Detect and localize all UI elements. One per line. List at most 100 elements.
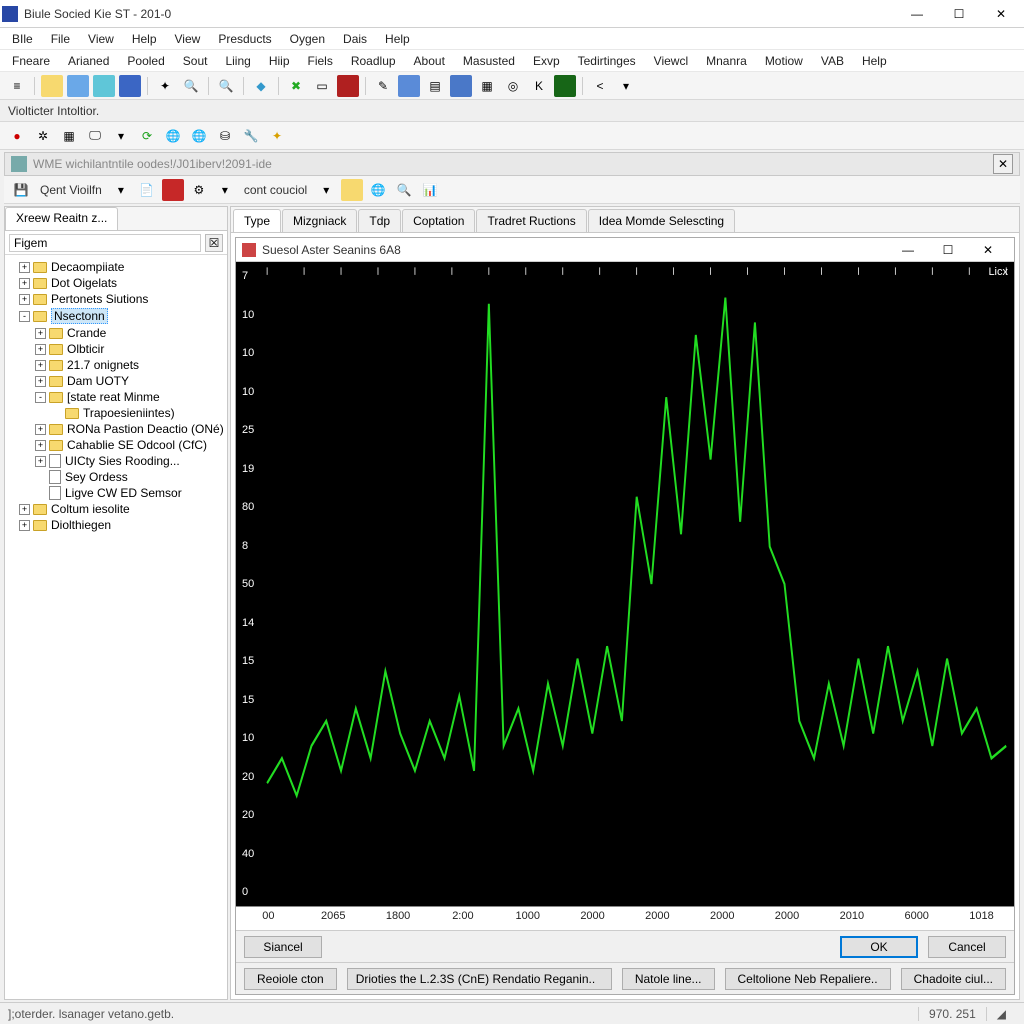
tb-zoom-icon[interactable]: 🔍 <box>180 75 202 97</box>
tb-table-icon[interactable]: ▦ <box>476 75 498 97</box>
menu2-tedirtinges[interactable]: Tedirtinges <box>570 52 644 70</box>
tb-grid-icon[interactable]: ▤ <box>424 75 446 97</box>
menu-help2[interactable]: Help <box>377 30 418 48</box>
tree-expander-icon[interactable]: + <box>19 278 30 289</box>
ok-button[interactable]: OK <box>840 936 918 958</box>
menu-view[interactable]: View <box>80 30 122 48</box>
menu2-pooled[interactable]: Pooled <box>119 52 172 70</box>
menu2-fiels[interactable]: Fiels <box>300 52 341 70</box>
menu-file[interactable]: File <box>43 30 78 48</box>
tab-idea[interactable]: Idea Momde Selescting <box>588 209 735 232</box>
tb-grid2-icon[interactable] <box>450 75 472 97</box>
tree-filter-input[interactable] <box>9 234 201 252</box>
tree-node[interactable]: -Nsectonn <box>7 307 225 325</box>
tb-wand-icon[interactable]: ✦ <box>154 75 176 97</box>
tree-expander-icon[interactable]: + <box>35 328 46 339</box>
tree-node[interactable]: +Crande <box>7 325 225 341</box>
st-dd1-icon[interactable]: ▾ <box>110 179 132 201</box>
tab-coptation[interactable]: Coptation <box>402 209 475 232</box>
st-globe-icon[interactable]: 🌐 <box>367 179 389 201</box>
chadoite-button[interactable]: Chadoite ciul... <box>901 968 1006 990</box>
st-folder-icon[interactable] <box>341 179 363 201</box>
tree-node[interactable]: +Dot Oigelats <box>7 275 225 291</box>
st-doc-icon[interactable]: 📄 <box>136 179 158 201</box>
tree-expander-icon[interactable]: - <box>19 311 30 322</box>
tree-node[interactable]: Sey Ordess <box>7 469 225 485</box>
menu-dais[interactable]: Dais <box>335 30 375 48</box>
tb2-grid-icon[interactable]: ▦ <box>58 125 80 147</box>
tb-box-red-icon[interactable] <box>337 75 359 97</box>
tree-node[interactable]: +Cahablie SE Odcool (CfC) <box>7 437 225 453</box>
tree-node[interactable]: Ligve CW ED Semsor <box>7 485 225 501</box>
chart-plot-area[interactable]: Licx 7101010251980850141515102020400 <box>236 262 1014 906</box>
tree-expander-icon[interactable]: + <box>35 440 46 451</box>
menu2-masusted[interactable]: Masusted <box>455 52 523 70</box>
tb-box-green-icon[interactable] <box>554 75 576 97</box>
tb-target-icon[interactable]: ◎ <box>502 75 524 97</box>
tb-zoom2-icon[interactable]: 🔍 <box>215 75 237 97</box>
menu-bile[interactable]: BIle <box>4 30 41 48</box>
menu2-hiip[interactable]: Hiip <box>261 52 298 70</box>
menu-presducts[interactable]: Presducts <box>210 30 279 48</box>
tb-doc-blue-icon[interactable] <box>67 75 89 97</box>
tb-cube-icon[interactable]: ◆ <box>250 75 272 97</box>
st-dd3-icon[interactable]: ▾ <box>315 179 337 201</box>
left-tab[interactable]: Xreew Reaitn z... <box>5 207 118 230</box>
chart-close-button[interactable]: ✕ <box>968 239 1008 261</box>
menu2-roadlup[interactable]: Roadlup <box>343 52 404 70</box>
menu2-motiow[interactable]: Motiow <box>757 52 811 70</box>
tb2-globe2-icon[interactable]: 🌐 <box>188 125 210 147</box>
st-zoom-icon[interactable]: 🔍 <box>393 179 415 201</box>
menu2-arianed[interactable]: Arianed <box>60 52 117 70</box>
tree-node[interactable]: +Olbticir <box>7 341 225 357</box>
st-chart-icon[interactable]: 📊 <box>419 179 441 201</box>
menu2-about[interactable]: About <box>406 52 453 70</box>
menu-help[interactable]: Help <box>124 30 165 48</box>
tb2-wrench-icon[interactable]: 🔧 <box>240 125 262 147</box>
tree-expander-icon[interactable]: + <box>35 360 46 371</box>
menu2-mnanra[interactable]: Mnanra <box>698 52 755 70</box>
celtolione-button[interactable]: Celtolione Neb Repaliere.. <box>725 968 891 990</box>
tb-cross-green-icon[interactable]: ✖ <box>285 75 307 97</box>
tree-expander-icon[interactable]: + <box>19 504 30 515</box>
tree-node[interactable]: +Pertonets Siutions <box>7 291 225 307</box>
tree-node[interactable]: Trapoesieniintes) <box>7 405 225 421</box>
menu2-vab[interactable]: VAB <box>813 52 852 70</box>
tree-node[interactable]: +UICty Sies Rooding... <box>7 453 225 469</box>
tb2-dd-icon[interactable]: ▾ <box>110 125 132 147</box>
tb2-config-icon[interactable]: ✲ <box>32 125 54 147</box>
tb-app2-icon[interactable] <box>398 75 420 97</box>
drioties-button[interactable]: Drioties the L.2.3S (CnE) Rendatio Regan… <box>347 968 612 990</box>
tab-tdp[interactable]: Tdp <box>358 209 401 232</box>
tree-expander-icon[interactable]: + <box>19 520 30 531</box>
project-tree[interactable]: +Decaompiiate+Dot Oigelats+Pertonets Siu… <box>5 255 227 999</box>
tb2-screen-icon[interactable]: 🖵 <box>84 125 106 147</box>
menu2-exvp[interactable]: Exvp <box>525 52 568 70</box>
document-close-button[interactable]: ✕ <box>993 154 1013 174</box>
tb-menu-icon[interactable]: ≡ <box>6 75 28 97</box>
menu-view2[interactable]: View <box>167 30 209 48</box>
tree-expander-icon[interactable]: + <box>35 424 46 435</box>
st-red-icon[interactable] <box>162 179 184 201</box>
menu2-fneare[interactable]: Fneare <box>4 52 58 70</box>
tree-expander-icon[interactable]: + <box>35 456 46 467</box>
st-dd2-icon[interactable]: ▾ <box>214 179 236 201</box>
tb-doc-yellow-icon[interactable] <box>41 75 63 97</box>
menu-oxygen[interactable]: Oygen <box>282 30 333 48</box>
tb2-refresh-icon[interactable]: ⟳ <box>136 125 158 147</box>
tab-type[interactable]: Type <box>233 209 281 232</box>
tree-expander-icon[interactable]: + <box>19 294 30 305</box>
status-resize-grip[interactable]: ◢ <box>986 1007 1016 1021</box>
tb-doc-cyan-icon[interactable] <box>93 75 115 97</box>
tree-node[interactable]: +21.7 onignets <box>7 357 225 373</box>
tab-tradret[interactable]: Tradret Ructions <box>476 209 586 232</box>
menu2-liing[interactable]: Liing <box>217 52 258 70</box>
tb-back-icon[interactable]: < <box>589 75 611 97</box>
tb-minus-icon[interactable]: ▭ <box>311 75 333 97</box>
tree-node[interactable]: +Coltum iesolite <box>7 501 225 517</box>
tree-expander-icon[interactable]: + <box>35 376 46 387</box>
tree-node[interactable]: -[state reat Minme <box>7 389 225 405</box>
tree-expander-icon[interactable]: + <box>35 344 46 355</box>
menu2-help[interactable]: Help <box>854 52 895 70</box>
tree-node[interactable]: +Decaompiiate <box>7 259 225 275</box>
